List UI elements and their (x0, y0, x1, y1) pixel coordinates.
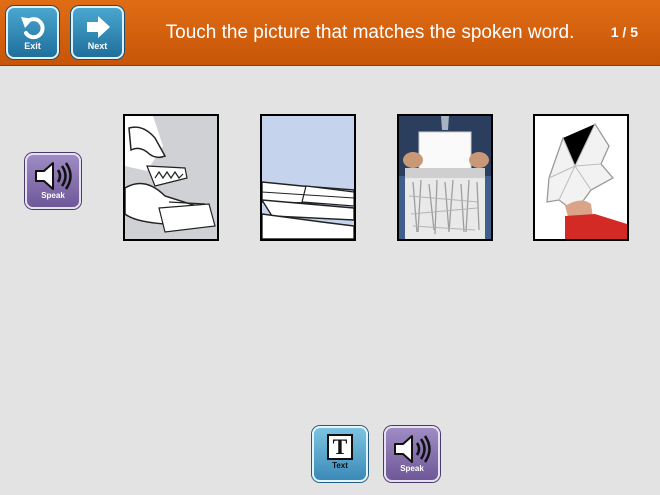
next-button[interactable]: Next (71, 6, 124, 59)
speak-bottom-button[interactable]: Speak (384, 426, 440, 482)
next-label: Next (87, 41, 108, 51)
choice-card-crumpled-paper[interactable] (533, 114, 629, 241)
text-label: Text (332, 461, 348, 470)
choice-card-tearing-paper[interactable] (123, 114, 219, 241)
text-icon: T (327, 434, 353, 460)
speaker-icon (35, 162, 72, 190)
crumpled-paper-picture (535, 116, 627, 239)
speak-label: Speak (400, 464, 424, 473)
undo-arrow-icon (20, 17, 45, 40)
text-button[interactable]: T Text (312, 426, 368, 482)
paper-shredder-picture (399, 116, 491, 239)
speaker-icon (394, 435, 431, 463)
exit-button[interactable]: Exit (6, 6, 59, 59)
progress-counter: 1 / 5 (610, 24, 638, 40)
speak-label: Speak (41, 191, 65, 200)
exit-label: Exit (24, 41, 41, 51)
choice-card-paper-shredder[interactable] (397, 114, 493, 241)
speak-word-button[interactable]: Speak (25, 153, 81, 209)
stacked-paper-picture (262, 116, 354, 239)
top-bar: Exit Next Touch the picture that matches… (0, 0, 660, 66)
instruction-title: Touch the picture that matches the spoke… (165, 22, 575, 43)
tearing-paper-picture (125, 116, 217, 239)
choice-card-stacked-paper[interactable] (260, 114, 356, 241)
right-arrow-icon (86, 16, 110, 38)
